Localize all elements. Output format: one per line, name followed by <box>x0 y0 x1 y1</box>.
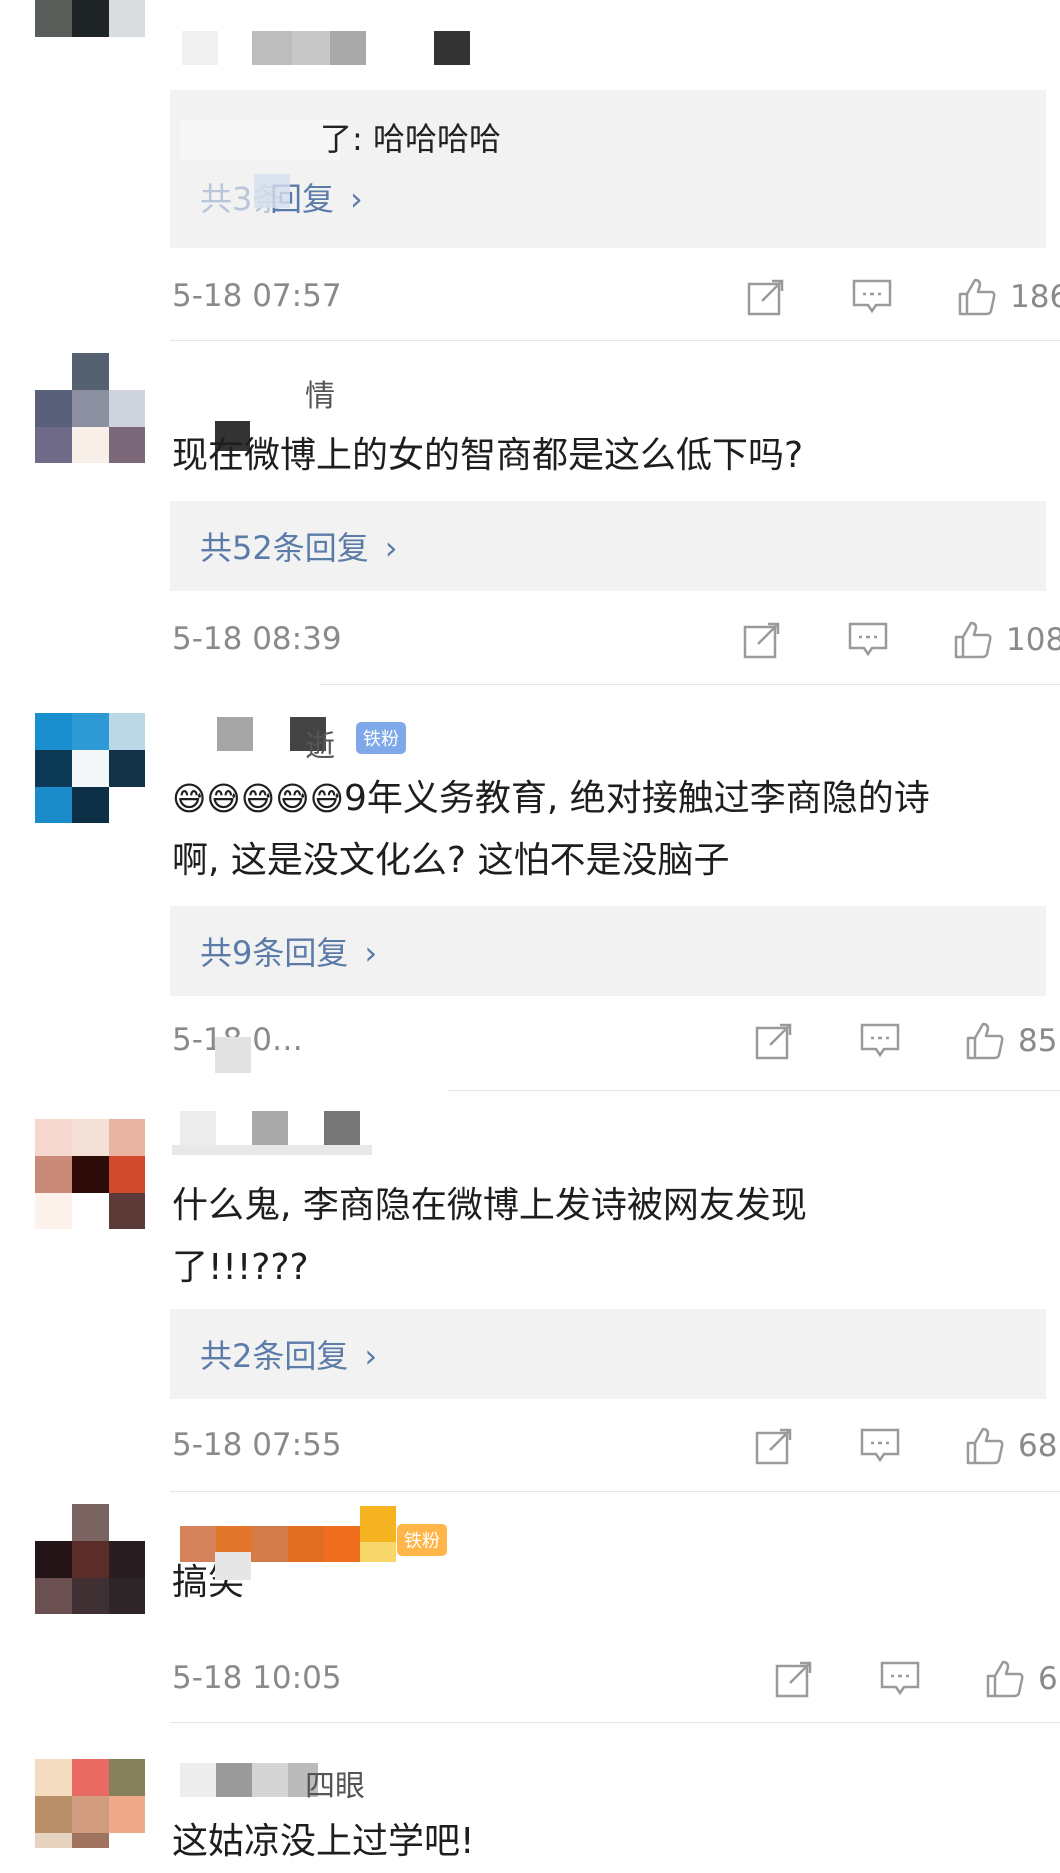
comment-item: 了: 哈哈哈哈 共3条回复 › 5-18 07:57 186 <box>0 0 1060 341</box>
comment-text: 搞笑 <box>172 1562 245 1603</box>
comment-button[interactable] <box>859 1421 901 1471</box>
comment-text: 现在微博上的女的智商都是这么低下吗? <box>172 435 804 476</box>
reply-preview-box[interactable]: 了: 哈哈哈哈 共3条回复 › <box>170 90 1046 248</box>
emoji-sweat-smile: 😅😅😅😅😅 <box>172 779 345 818</box>
username[interactable]: 四眼 <box>305 1761 365 1805</box>
comment-button[interactable] <box>847 615 889 665</box>
comment-text: 什么鬼, 李商隐在微博上发诗被网友发现 了!!!??? <box>172 1185 807 1288</box>
comment-actions: 85 <box>754 1016 1057 1066</box>
username-mosaic[interactable] <box>172 1755 322 1799</box>
reply-link-label: 共2条回复 <box>200 1337 349 1375</box>
username-mosaic[interactable] <box>172 25 492 69</box>
comment-actions: 108 <box>742 615 1060 665</box>
chevron-right-icon: › <box>384 529 398 567</box>
share-button[interactable] <box>754 1421 794 1471</box>
username-mosaic[interactable] <box>172 1109 372 1155</box>
comment-item: 逝 铁粉 😅😅😅😅😅9年义务教育, 绝对接触过李商隐的诗 啊, 这是没文化么? … <box>0 685 1060 1091</box>
comment-icon <box>848 622 888 657</box>
comment-item: 铁粉 搞笑 5-18 10:05 6 <box>0 1492 1060 1723</box>
username[interactable]: 情 <box>305 371 335 415</box>
reply-preview-box[interactable]: 共9条回复 › <box>170 906 1046 996</box>
reply-link-label: 共52条回复 <box>200 529 369 567</box>
comment-actions: 186 <box>746 272 1060 322</box>
like-count: 6 <box>1038 1661 1058 1697</box>
like-button[interactable]: 108 <box>952 615 1060 665</box>
share-button[interactable] <box>742 615 782 665</box>
reply-count-link[interactable]: 共52条回复 › <box>200 523 398 569</box>
like-button[interactable]: 186 <box>956 272 1060 322</box>
comment-button[interactable] <box>879 1654 921 1704</box>
reply-preview-box[interactable]: 共2条回复 › <box>170 1309 1046 1399</box>
comment-text: 这姑凉没上过学吧! <box>172 1821 475 1862</box>
avatar[interactable] <box>35 1759 145 1848</box>
comment-button[interactable] <box>859 1016 901 1066</box>
iron-fan-badge: 铁粉 <box>356 722 406 754</box>
like-count: 68 <box>1018 1428 1058 1464</box>
avatar[interactable] <box>35 353 145 463</box>
share-button[interactable] <box>746 272 786 322</box>
like-button[interactable]: 68 <box>964 1421 1057 1471</box>
comment-item: 四眼 这姑凉没上过学吧! <box>0 1723 1060 1862</box>
share-icon <box>755 1428 792 1465</box>
comment-timestamp: 5-18 07:57 <box>172 278 342 314</box>
like-icon <box>954 621 992 659</box>
like-count: 108 <box>1006 622 1060 658</box>
share-icon <box>775 1661 812 1698</box>
share-icon <box>755 1023 792 1060</box>
comment-actions: 68 <box>754 1421 1057 1471</box>
like-button[interactable]: 85 <box>964 1016 1057 1066</box>
comment-item: 情 现在微博上的女的智商都是这么低下吗? 共52条回复 › 5-18 08:39 … <box>0 341 1060 685</box>
chevron-right-icon: › <box>364 934 378 972</box>
like-count: 85 <box>1018 1023 1058 1059</box>
comment-icon <box>880 1661 920 1696</box>
like-count: 186 <box>1010 279 1060 315</box>
reply-preview-box[interactable]: 共52条回复 › <box>170 501 1046 591</box>
comment-icon <box>852 279 892 314</box>
reply-link-label: 共9条回复 <box>200 934 349 972</box>
reply-count-link[interactable]: 共2条回复 › <box>200 1331 377 1377</box>
reply-count-link[interactable]: 共9条回复 › <box>200 928 377 974</box>
chevron-right-icon: › <box>364 1337 378 1375</box>
share-button[interactable] <box>754 1016 794 1066</box>
avatar[interactable] <box>35 713 145 823</box>
comment-timestamp: 5-18 10:05 <box>172 1660 342 1696</box>
like-icon <box>966 1427 1004 1465</box>
comment-actions: 6 <box>774 1654 1058 1704</box>
avatar[interactable] <box>35 1119 145 1229</box>
share-button[interactable] <box>774 1654 814 1704</box>
comment-button[interactable] <box>851 272 893 322</box>
like-icon <box>986 1660 1024 1698</box>
comment-icon <box>860 1023 900 1058</box>
comment-text: 😅😅😅😅😅9年义务教育, 绝对接触过李商隐的诗 啊, 这是没文化么? 这怕不是没… <box>172 778 930 881</box>
avatar[interactable] <box>35 0 145 65</box>
reply-preview-text: 了: 哈哈哈哈 <box>320 120 501 158</box>
comment-timestamp: 5-18 08:39 <box>172 621 342 657</box>
like-icon <box>958 278 996 316</box>
comment-item: 什么鬼, 李商隐在微博上发诗被网友发现 了!!!??? 共2条回复 › 5-18 … <box>0 1091 1060 1492</box>
share-icon <box>747 279 784 316</box>
like-icon <box>966 1022 1004 1060</box>
comment-timestamp: 5-18 07:55 <box>172 1427 342 1463</box>
avatar[interactable] <box>35 1504 145 1614</box>
comment-icon <box>860 1428 900 1463</box>
like-button[interactable]: 6 <box>984 1654 1058 1704</box>
share-icon <box>743 622 780 659</box>
username[interactable]: 逝 <box>305 721 335 765</box>
chevron-right-icon: › <box>350 180 363 218</box>
